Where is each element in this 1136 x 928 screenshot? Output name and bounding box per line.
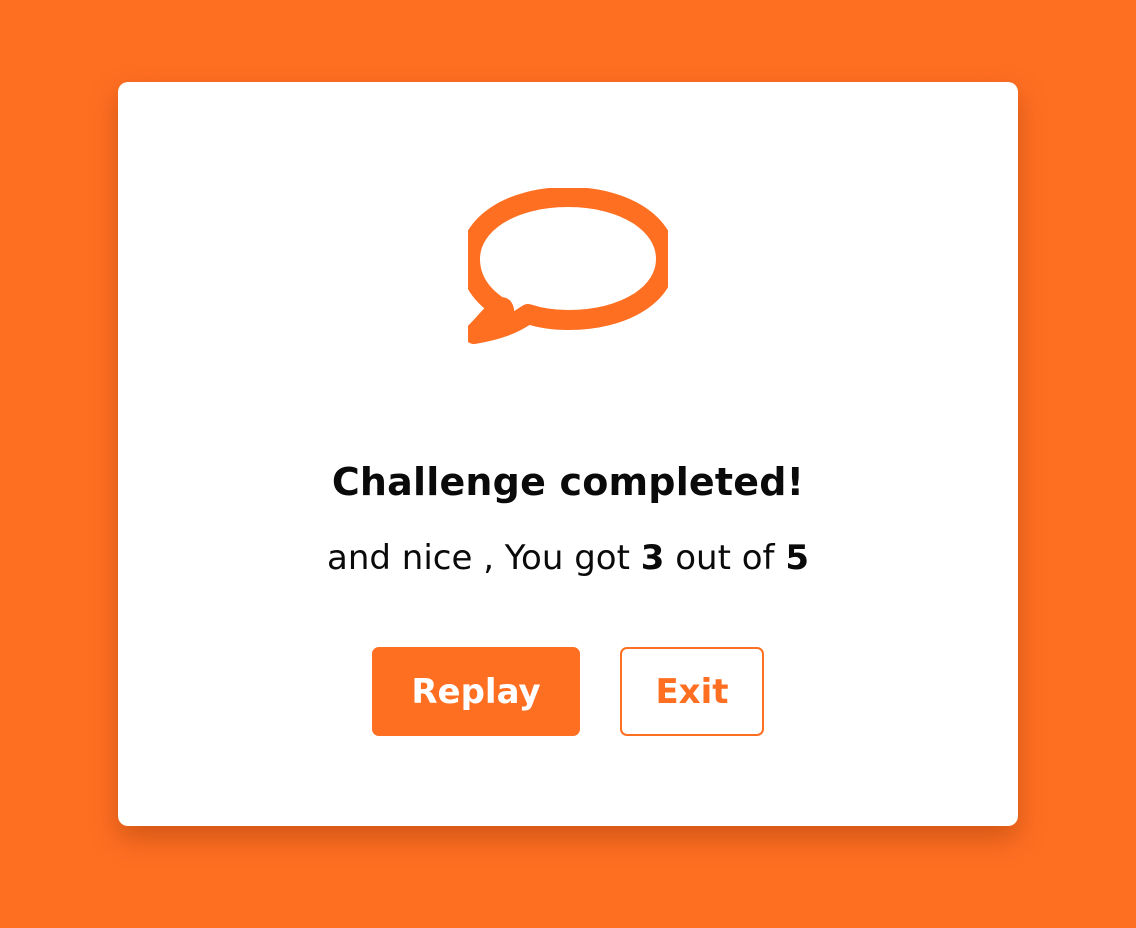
message-middle: out of [664,538,786,578]
exit-button[interactable]: Exit [620,647,764,736]
result-message: and nice , You got 3 out of 5 [118,536,1018,580]
result-title: Challenge completed! [331,460,805,504]
speech-bubble-icon [460,187,676,366]
replay-button[interactable]: Replay [372,647,580,736]
message-prefix: and nice , You got [327,538,641,578]
result-dialog: Challenge completed! and nice , You got … [118,82,1018,826]
score-value: 3 [640,538,665,578]
total-value: 5 [785,538,809,578]
